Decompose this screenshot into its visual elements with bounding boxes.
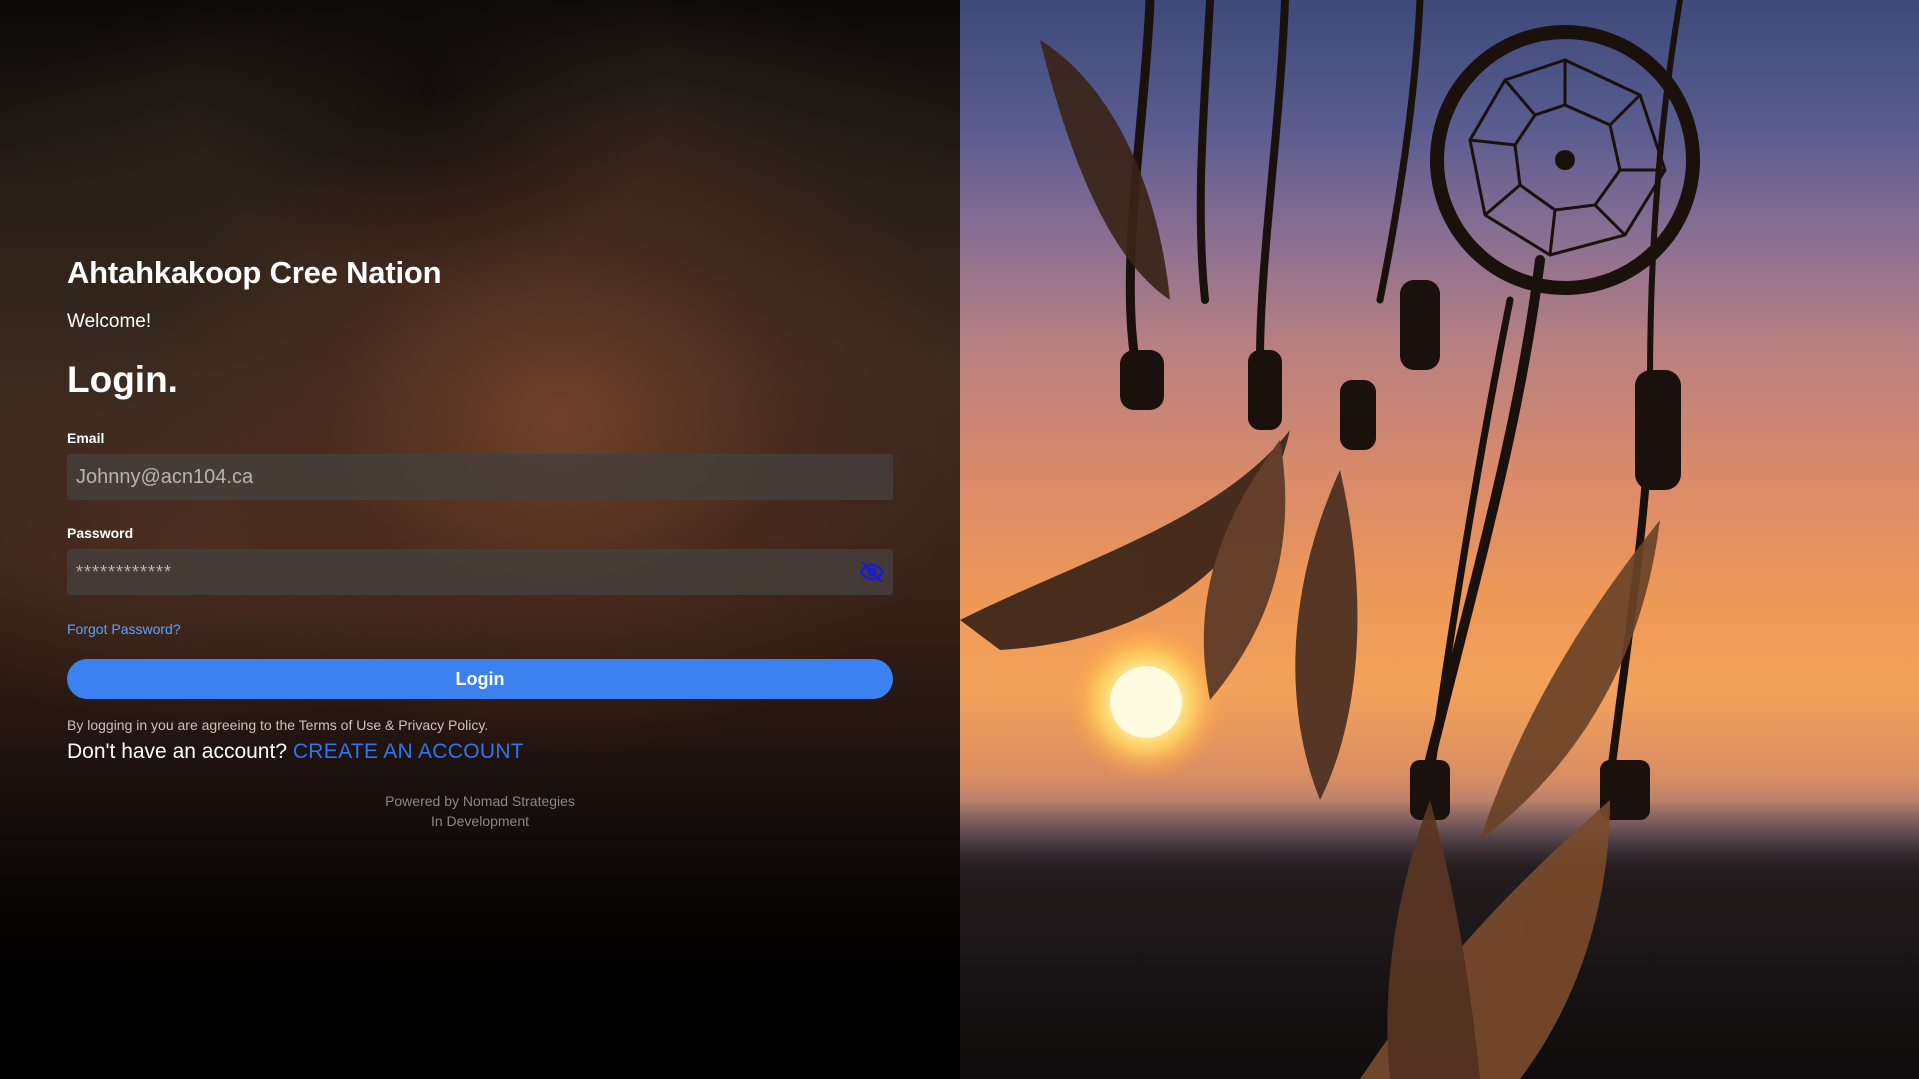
login-page: Ahtahkakoop Cree Nation Welcome! Login. … [0,0,1919,1079]
login-form: Ahtahkakoop Cree Nation Welcome! Login. … [67,250,893,831]
password-label: Password [67,525,134,541]
dreamcatcher-illustration [960,0,1919,1079]
organization-title: Ahtahkakoop Cree Nation [67,255,442,290]
no-account-text: Don't have an account? [67,740,287,763]
email-field[interactable] [67,454,893,500]
development-status-text: In Development [430,813,530,829]
forgot-password-link[interactable]: Forgot Password? [67,621,181,637]
login-panel: Ahtahkakoop Cree Nation Welcome! Login. … [0,0,960,1079]
terms-text: By logging in you are agreeing to the Te… [67,717,489,733]
footer: Powered by Nomad Strategies In Developme… [67,791,893,831]
email-label: Email [67,430,105,446]
login-button[interactable]: Login [67,659,893,699]
dreamcatcher-sunset-image [960,0,1919,1079]
signup-row: Don't have an account? CREATE AN ACCOUNT [67,739,893,765]
powered-by-text: Powered by Nomad Strategies [385,793,575,809]
email-field-container [67,454,893,500]
create-account-link[interactable]: CREATE AN ACCOUNT [293,740,524,763]
password-field-container [67,549,893,595]
welcome-text: Welcome! [67,311,152,332]
password-field[interactable] [67,549,893,595]
login-heading: Login. [67,359,178,400]
eye-off-icon[interactable] [859,559,885,585]
